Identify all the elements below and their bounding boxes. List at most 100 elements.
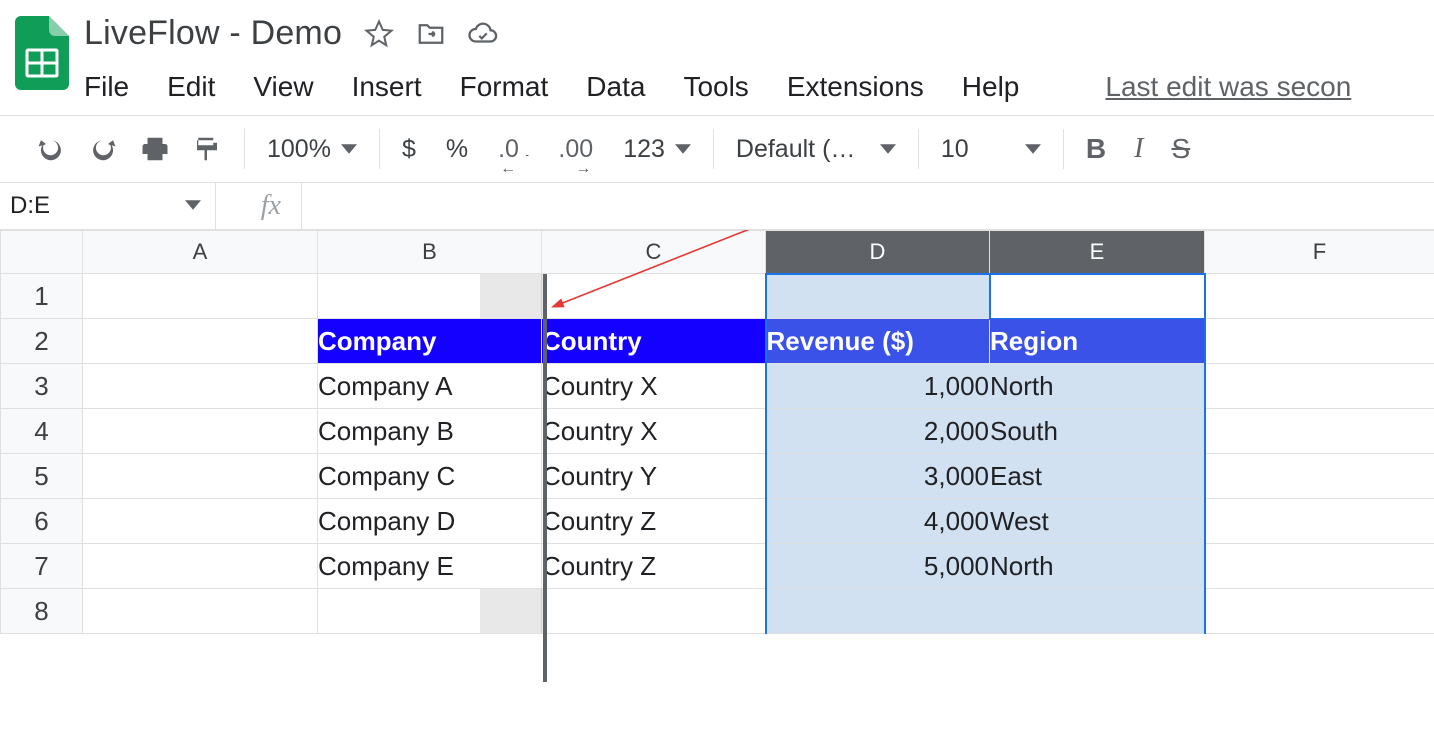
cell[interactable] xyxy=(1205,319,1434,364)
cell[interactable]: Revenue ($) xyxy=(766,319,990,364)
cell[interactable] xyxy=(83,544,318,589)
cell[interactable]: 1,000 xyxy=(766,364,990,409)
paint-format-icon[interactable] xyxy=(192,134,222,164)
cell[interactable]: North xyxy=(990,364,1205,409)
row-header[interactable]: 2 xyxy=(1,319,83,364)
menu-edit[interactable]: Edit xyxy=(167,71,215,103)
cell[interactable]: 2,000 xyxy=(766,409,990,454)
toolbar: 100% $ % .0 ← .00 → 123 Default (Ari... … xyxy=(0,116,1434,182)
cell[interactable]: Company D xyxy=(318,499,542,544)
cell[interactable]: Country xyxy=(542,319,766,364)
last-edit-link[interactable]: Last edit was secon xyxy=(1105,71,1351,103)
col-header-A[interactable]: A xyxy=(83,231,318,274)
row-header[interactable]: 4 xyxy=(1,409,83,454)
menu-tools[interactable]: Tools xyxy=(683,71,748,103)
cell[interactable]: Company B xyxy=(318,409,542,454)
cell[interactable] xyxy=(1205,364,1434,409)
col-header-F[interactable]: F xyxy=(1205,231,1434,274)
italic-button[interactable]: I xyxy=(1134,133,1143,165)
cell[interactable]: 5,000 xyxy=(766,544,990,589)
increase-decimals-button[interactable]: .00 → xyxy=(558,135,593,164)
cell[interactable] xyxy=(1205,544,1434,589)
cell[interactable] xyxy=(318,274,542,319)
cell[interactable] xyxy=(1205,274,1434,319)
row-header[interactable]: 3 xyxy=(1,364,83,409)
caret-down-icon xyxy=(185,192,201,220)
row-header[interactable]: 7 xyxy=(1,544,83,589)
name-box[interactable]: D:E xyxy=(0,183,216,229)
row-header[interactable]: 6 xyxy=(1,499,83,544)
cell[interactable] xyxy=(83,319,318,364)
cell[interactable]: West xyxy=(990,499,1205,544)
star-icon[interactable] xyxy=(364,19,394,49)
cell[interactable] xyxy=(83,454,318,499)
cell[interactable]: North xyxy=(990,544,1205,589)
cell[interactable] xyxy=(1205,499,1434,544)
cell[interactable] xyxy=(1205,454,1434,499)
menu-view[interactable]: View xyxy=(253,71,313,103)
cell[interactable] xyxy=(318,589,542,634)
row-header[interactable]: 5 xyxy=(1,454,83,499)
cell[interactable] xyxy=(83,499,318,544)
cell[interactable]: Company xyxy=(318,319,542,364)
cell[interactable] xyxy=(766,274,990,319)
cell[interactable] xyxy=(83,274,318,319)
cloud-saved-icon[interactable] xyxy=(468,19,498,49)
fx-label: fx xyxy=(216,183,302,229)
move-folder-icon[interactable] xyxy=(416,19,446,49)
cell[interactable]: Company C xyxy=(318,454,542,499)
formula-input[interactable] xyxy=(302,183,1434,229)
row-header[interactable]: 8 xyxy=(1,589,83,634)
doc-title[interactable]: LiveFlow - Demo xyxy=(84,14,342,53)
cell[interactable] xyxy=(542,589,766,634)
cell[interactable]: Country Z xyxy=(542,499,766,544)
cell[interactable]: East xyxy=(990,454,1205,499)
cell[interactable]: Country X xyxy=(542,364,766,409)
cell[interactable]: 4,000 xyxy=(766,499,990,544)
print-icon[interactable] xyxy=(140,134,170,164)
cell[interactable] xyxy=(1205,409,1434,454)
cell[interactable] xyxy=(990,274,1205,319)
strikethrough-button[interactable]: S xyxy=(1171,133,1190,165)
sheets-logo[interactable] xyxy=(14,16,70,90)
cell[interactable]: Company E xyxy=(318,544,542,589)
zoom-dropdown[interactable]: 100% xyxy=(267,135,357,164)
menu-file[interactable]: File xyxy=(84,71,129,103)
menu-data[interactable]: Data xyxy=(586,71,645,103)
cell[interactable] xyxy=(83,409,318,454)
font-size-dropdown[interactable]: 10 xyxy=(941,135,1041,164)
col-header-C[interactable]: C xyxy=(542,231,766,274)
cell[interactable]: South xyxy=(990,409,1205,454)
menu-help[interactable]: Help xyxy=(962,71,1020,103)
cell[interactable]: Region xyxy=(990,319,1205,364)
cell[interactable]: 3,000 xyxy=(766,454,990,499)
undo-icon[interactable] xyxy=(36,134,66,164)
col-header-D[interactable]: D xyxy=(766,231,990,274)
menu-extensions[interactable]: Extensions xyxy=(787,71,924,103)
menu-insert[interactable]: Insert xyxy=(352,71,422,103)
cell[interactable]: Company A xyxy=(318,364,542,409)
cell[interactable] xyxy=(990,589,1205,634)
decrease-decimals-button[interactable]: .0 ← xyxy=(498,135,528,164)
format-currency-button[interactable]: $ xyxy=(402,135,416,164)
cell[interactable]: Country X xyxy=(542,409,766,454)
cell[interactable] xyxy=(542,274,766,319)
cell[interactable] xyxy=(83,364,318,409)
cell[interactable] xyxy=(1205,589,1434,634)
font-dropdown[interactable]: Default (Ari... xyxy=(736,135,896,164)
spreadsheet-grid[interactable]: A B C D E F 1 2 Company Country Revenue … xyxy=(0,230,1434,634)
cell[interactable] xyxy=(83,589,318,634)
select-all-corner[interactable] xyxy=(1,231,83,274)
col-header-B[interactable]: B xyxy=(318,231,542,274)
format-percent-button[interactable]: % xyxy=(446,135,468,164)
right-arrow-icon: → xyxy=(575,160,591,178)
menu-format[interactable]: Format xyxy=(460,71,549,103)
row-header[interactable]: 1 xyxy=(1,274,83,319)
cell[interactable] xyxy=(766,589,990,634)
cell[interactable]: Country Y xyxy=(542,454,766,499)
cell[interactable]: Country Z xyxy=(542,544,766,589)
redo-icon[interactable] xyxy=(88,134,118,164)
number-format-dropdown[interactable]: 123 xyxy=(623,135,691,164)
bold-button[interactable]: B xyxy=(1086,133,1106,165)
col-header-E[interactable]: E xyxy=(990,231,1205,274)
